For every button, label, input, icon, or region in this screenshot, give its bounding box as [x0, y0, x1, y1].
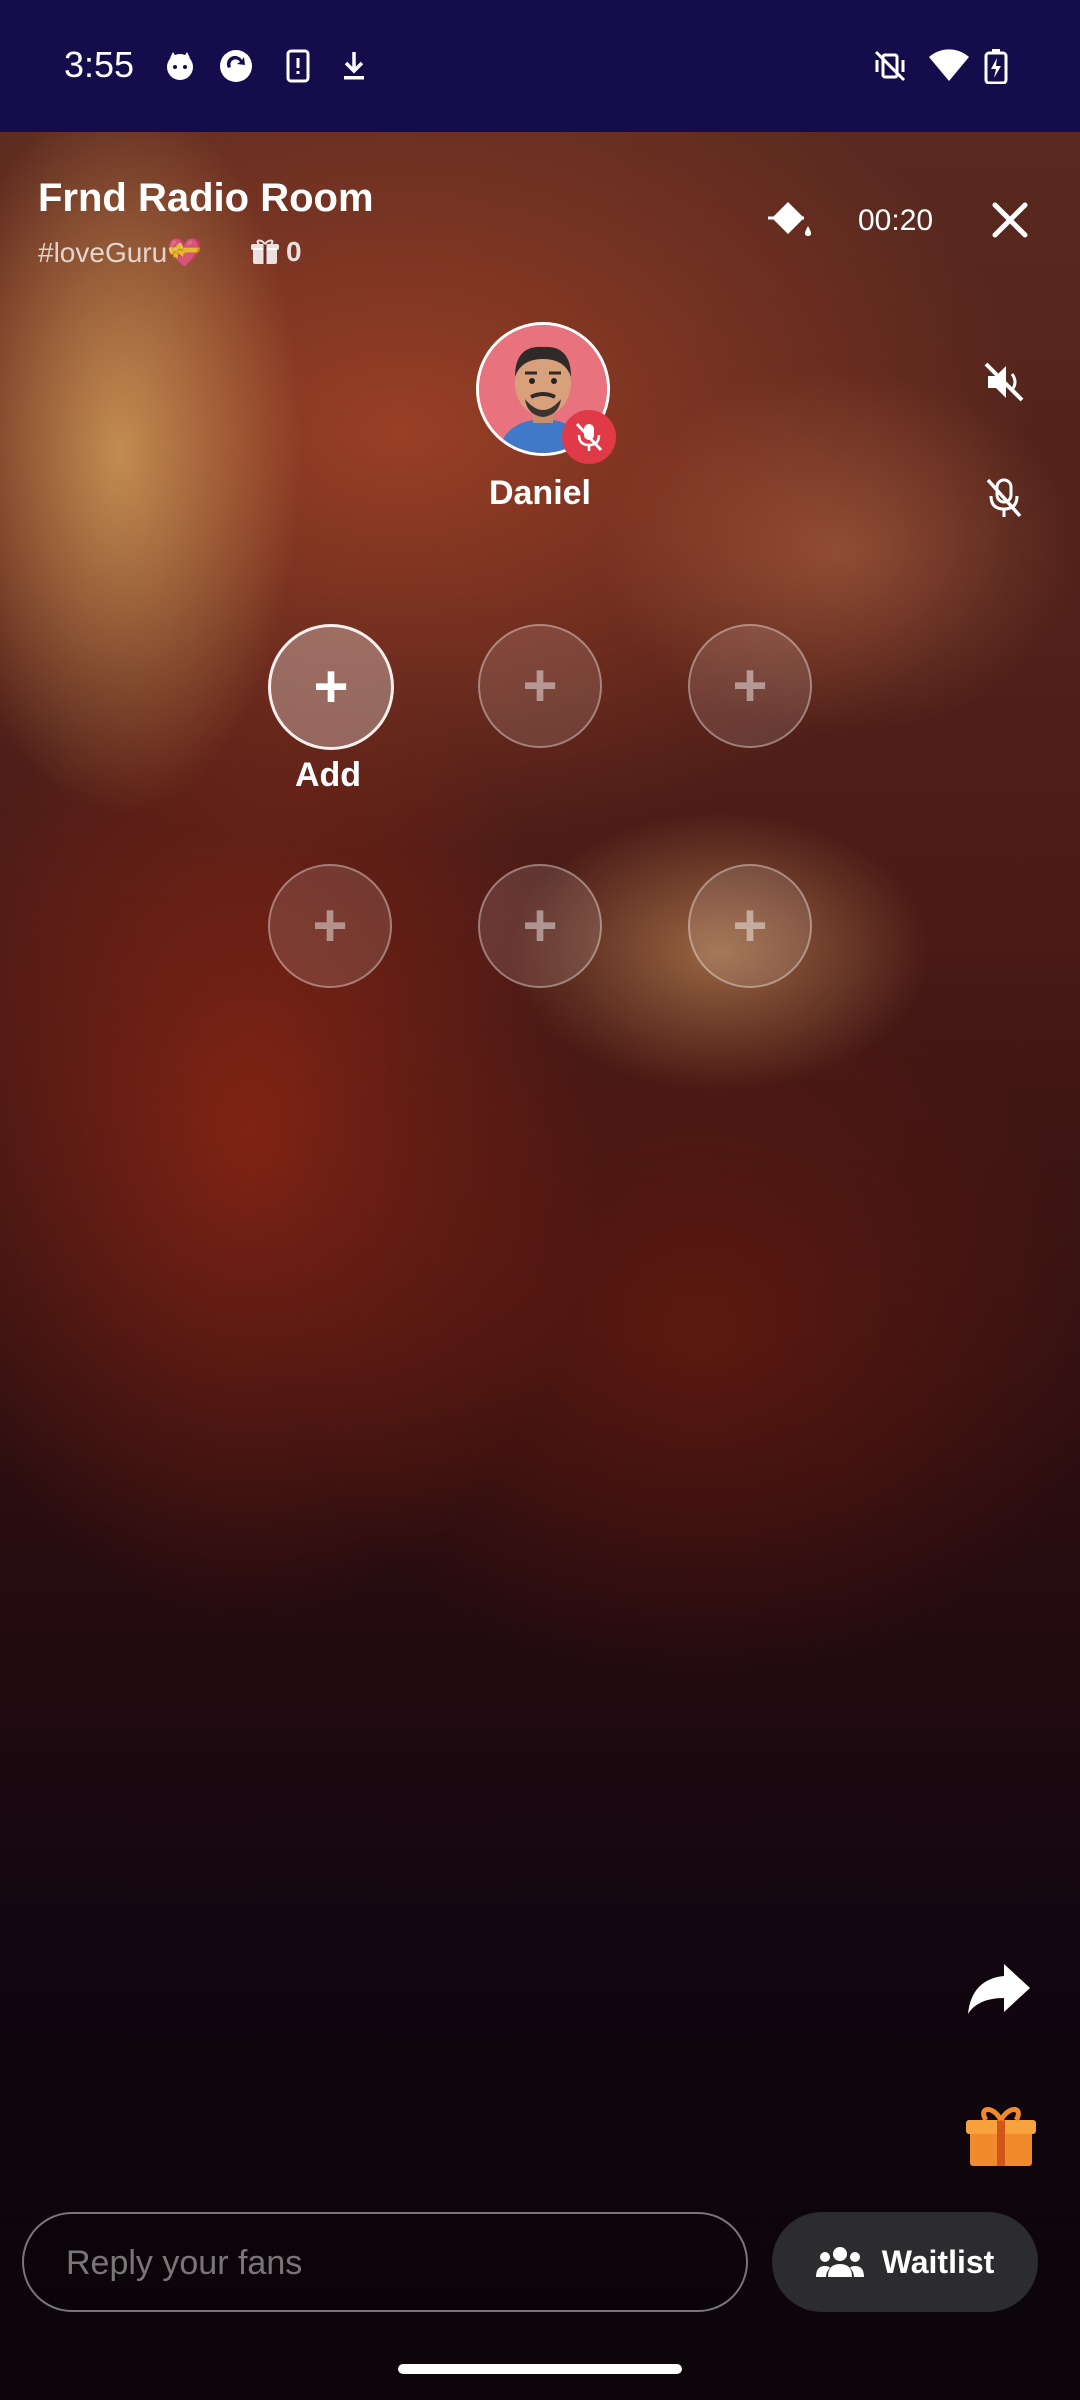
plus-icon: + [522, 892, 558, 959]
share-icon[interactable] [966, 1962, 1032, 2016]
status-bar: 3:55 [0, 0, 1080, 132]
empty-seat[interactable]: + [268, 864, 392, 988]
cat-face-icon [167, 52, 193, 80]
sync-app-icon [220, 50, 252, 82]
room-title: Frnd Radio Room [38, 176, 374, 220]
battery-charging-icon [984, 49, 1008, 84]
gift-count: 0 [286, 236, 302, 267]
seat-add-label: Add [294, 756, 362, 794]
empty-seat[interactable]: + [688, 624, 812, 748]
waitlist-label: Waitlist [881, 2243, 995, 2280]
waitlist-button[interactable]: Waitlist [772, 2212, 1038, 2312]
room-tag: #loveGuru💝 [38, 237, 203, 268]
wifi-icon [929, 49, 969, 81]
room-background [0, 132, 1080, 2400]
download-icon [344, 52, 364, 80]
vibrate-off-icon [874, 50, 906, 82]
host-mic-muted-badge [562, 410, 616, 464]
paint-bucket-icon[interactable] [764, 196, 816, 248]
reply-input-container[interactable] [22, 2212, 748, 2312]
plus-icon: + [732, 892, 768, 959]
plus-icon: + [522, 652, 558, 719]
gift-count-icon [251, 239, 279, 264]
status-time: 3:55 [64, 44, 135, 85]
mic-muted-icon [575, 422, 603, 452]
people-icon [815, 2247, 864, 2277]
gift-icon[interactable] [964, 2102, 1038, 2168]
plus-icon: + [312, 892, 348, 959]
plus-icon: + [732, 652, 768, 719]
room-timer: 00:20 [858, 204, 934, 237]
empty-seat[interactable]: + [688, 864, 812, 988]
empty-seat[interactable]: + [478, 624, 602, 748]
phone-alert-icon [286, 49, 310, 83]
host-name: Daniel [488, 474, 592, 512]
mic-off-icon[interactable] [984, 476, 1024, 520]
plus-icon: + [313, 653, 349, 720]
reply-input[interactable] [64, 2214, 708, 2312]
home-indicator[interactable] [398, 2364, 682, 2374]
speaker-mute-icon[interactable] [982, 360, 1026, 404]
seat-add-button[interactable]: + [268, 624, 394, 750]
empty-seat[interactable]: + [478, 864, 602, 988]
close-icon[interactable] [990, 200, 1030, 240]
